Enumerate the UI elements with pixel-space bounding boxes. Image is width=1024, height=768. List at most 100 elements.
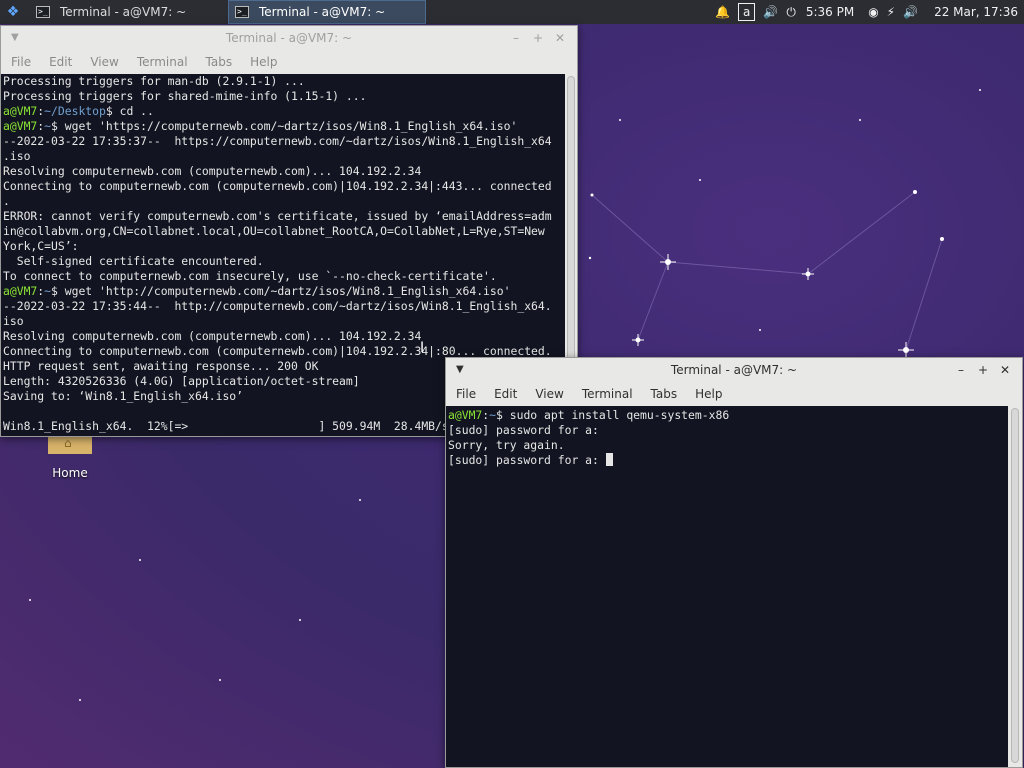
close-icon[interactable]: ✕ — [994, 358, 1016, 382]
menu-view[interactable]: View — [90, 55, 118, 69]
terminal-line: a@VM7:~$ wget 'https://computernewb.com/… — [3, 119, 518, 133]
menu-edit[interactable]: Edit — [49, 55, 72, 69]
taskbar-item-label: Terminal - a@VM7: ~ — [60, 5, 187, 19]
clock[interactable]: 5:36 PM — [806, 5, 854, 19]
volume-icon[interactable]: 🔊 — [763, 5, 778, 19]
menu-view[interactable]: View — [535, 387, 563, 401]
prompt-user: a@VM7 — [3, 104, 38, 118]
terminal-line: Resolving computernewb.com (computernewb… — [3, 164, 565, 179]
terminal-text: Resolving computernewb.com (computernewb… — [3, 329, 422, 343]
terminal-text: . — [3, 194, 10, 208]
menu-bar: File Edit View Terminal Tabs Help — [446, 382, 1022, 406]
title-bar[interactable]: ▼ Terminal - a@VM7: ~ – + ✕ — [1, 26, 577, 50]
window-title: Terminal - a@VM7: ~ — [670, 363, 798, 377]
power-icon[interactable]: ⏻ — [786, 5, 796, 20]
maximize-icon[interactable]: + — [527, 26, 549, 50]
terminal-text: Sorry, try again. — [448, 438, 565, 452]
menu-tabs[interactable]: Tabs — [651, 387, 678, 401]
terminal-text: ERROR: cannot verify computernewb.com's … — [3, 209, 552, 223]
prompt-path: ~ — [44, 119, 52, 133]
terminal-text: $ wget 'http://computernewb.com/~dartz/i… — [51, 284, 511, 298]
terminal-line: Connecting to computernewb.com (computer… — [3, 179, 565, 194]
battery-icon[interactable]: ⚡ — [887, 5, 895, 19]
terminal-text: in@collabvm.org,CN=collabnet.local,OU=co… — [3, 224, 545, 238]
terminal-line: To connect to computernewb.com insecurel… — [3, 269, 565, 284]
terminal-line: Self-signed certificate encountered. — [3, 254, 565, 269]
menu-edit[interactable]: Edit — [494, 387, 517, 401]
terminal-output[interactable]: a@VM7:~$ sudo apt install qemu-system-x8… — [446, 406, 1008, 767]
maximize-icon[interactable]: + — [972, 358, 994, 382]
home-desktop-icon[interactable]: Home — [48, 436, 92, 488]
terminal-text: [sudo] password for a: — [448, 453, 606, 467]
taskbar-item-label: Terminal - a@VM7: ~ — [259, 5, 386, 19]
terminal-text: HTTP request sent, awaiting response... … — [3, 359, 319, 373]
terminal-line: Resolving computernewb.com (computernewb… — [3, 329, 565, 344]
terminal-line: --2022-03-22 17:35:37-- https://computer… — [3, 134, 565, 149]
terminal-text: $ wget 'https://computernewb.com/~dartz/… — [51, 119, 518, 133]
menu-file[interactable]: File — [456, 387, 476, 401]
terminal-text: --2022-03-22 17:35:37-- https://computer… — [3, 134, 552, 148]
keyboard-layout-indicator[interactable]: a — [738, 3, 756, 21]
terminal-text: Resolving computernewb.com (computernewb… — [3, 164, 422, 178]
prompt-user: a@VM7 — [448, 408, 483, 422]
terminal-text: Saving to: ‘Win8.1_English_x64.iso’ — [3, 389, 244, 403]
date-time[interactable]: 22 Mar, 17:36 — [934, 5, 1018, 19]
terminal-icon: >_ — [36, 6, 50, 18]
close-icon[interactable]: ✕ — [549, 26, 571, 50]
minimize-icon[interactable]: – — [950, 358, 972, 382]
top-panel: ❖ >_ Terminal - a@VM7: ~ >_ Terminal - a… — [0, 0, 1024, 24]
terminal-line: in@collabvm.org,CN=collabnet.local,OU=co… — [3, 224, 565, 239]
menu-help[interactable]: Help — [250, 55, 277, 69]
terminal-line: Processing triggers for shared-mime-info… — [3, 89, 565, 104]
terminal-icon: >_ — [235, 6, 249, 18]
terminal-line: iso — [3, 314, 565, 329]
terminal-text: $ sudo apt install qemu-system-x86 — [496, 408, 730, 422]
terminal-line: a@VM7:~$ sudo apt install qemu-system-x8… — [448, 408, 730, 422]
taskbar-item-terminal-1[interactable]: >_ Terminal - a@VM7: ~ — [30, 0, 222, 24]
prompt-user: a@VM7 — [3, 284, 38, 298]
terminal-text: Self-signed certificate encountered. — [3, 254, 264, 268]
text-cursor — [605, 453, 613, 466]
terminal-text: $ cd .. — [105, 104, 154, 118]
taskbar-item-terminal-2[interactable]: >_ Terminal - a@VM7: ~ — [228, 0, 426, 24]
terminal-window-front[interactable]: ▼ Terminal - a@VM7: ~ – + ✕ File Edit Vi… — [445, 357, 1023, 768]
terminal-line: a@VM7:~/Desktop$ cd .. — [3, 104, 154, 118]
terminal-line: Sorry, try again. — [448, 438, 1008, 453]
menu-tabs[interactable]: Tabs — [206, 55, 233, 69]
prompt-user: a@VM7 — [3, 119, 38, 133]
menu-terminal[interactable]: Terminal — [137, 55, 188, 69]
scrollbar-thumb[interactable] — [1011, 408, 1019, 763]
home-folder-icon — [48, 436, 92, 454]
terminal-line: ERROR: cannot verify computernewb.com's … — [3, 209, 565, 224]
menu-file[interactable]: File — [11, 55, 31, 69]
terminal-text: Connecting to computernewb.com (computer… — [3, 344, 552, 358]
menu-help[interactable]: Help — [695, 387, 722, 401]
terminal-line: .iso — [3, 149, 565, 164]
menu-bar: File Edit View Terminal Tabs Help — [1, 50, 577, 74]
minimize-icon[interactable]: – — [505, 26, 527, 50]
terminal-text: Processing triggers for shared-mime-info… — [3, 89, 367, 103]
terminal-line: a@VM7:~$ wget 'http://computernewb.com/~… — [3, 284, 511, 298]
terminal-text: Win8.1_English_x64. 12%[=> ] 509.94M 28.… — [3, 419, 449, 433]
terminal-text: .iso — [3, 149, 31, 163]
terminal-text: [sudo] password for a: — [448, 423, 599, 437]
menu-terminal[interactable]: Terminal — [582, 387, 633, 401]
terminal-line: [sudo] password for a: — [448, 423, 1008, 438]
terminal-text: Connecting to computernewb.com (computer… — [3, 179, 552, 193]
terminal-text: York,C=US’: — [3, 239, 79, 253]
terminal-text: Length: 4320526336 (4.0G) [application/o… — [3, 374, 360, 388]
system-tray: 🔔 a 🔊 ⏻ 5:36 PM ◉ ⚡ 🔊 22 Mar, 17:36 — [711, 0, 1024, 24]
terminal-line: York,C=US’: — [3, 239, 565, 254]
whisker-menu-icon[interactable]: ❖ — [0, 0, 26, 24]
wifi-icon[interactable]: ◉ — [868, 5, 878, 19]
title-bar[interactable]: ▼ Terminal - a@VM7: ~ – + ✕ — [446, 358, 1022, 382]
volume-icon[interactable]: 🔊 — [903, 5, 918, 19]
bell-icon[interactable]: 🔔 — [715, 5, 730, 19]
terminal-text: To connect to computernewb.com insecurel… — [3, 269, 497, 283]
terminal-line: Processing triggers for man-db (2.9.1-1)… — [3, 74, 565, 89]
prompt-path: ~ — [489, 408, 497, 422]
prompt-path: ~ — [44, 284, 52, 298]
scrollbar[interactable] — [1008, 406, 1022, 767]
terminal-text: Processing triggers for man-db (2.9.1-1)… — [3, 74, 305, 88]
terminal-line: [sudo] password for a: — [448, 453, 1008, 468]
